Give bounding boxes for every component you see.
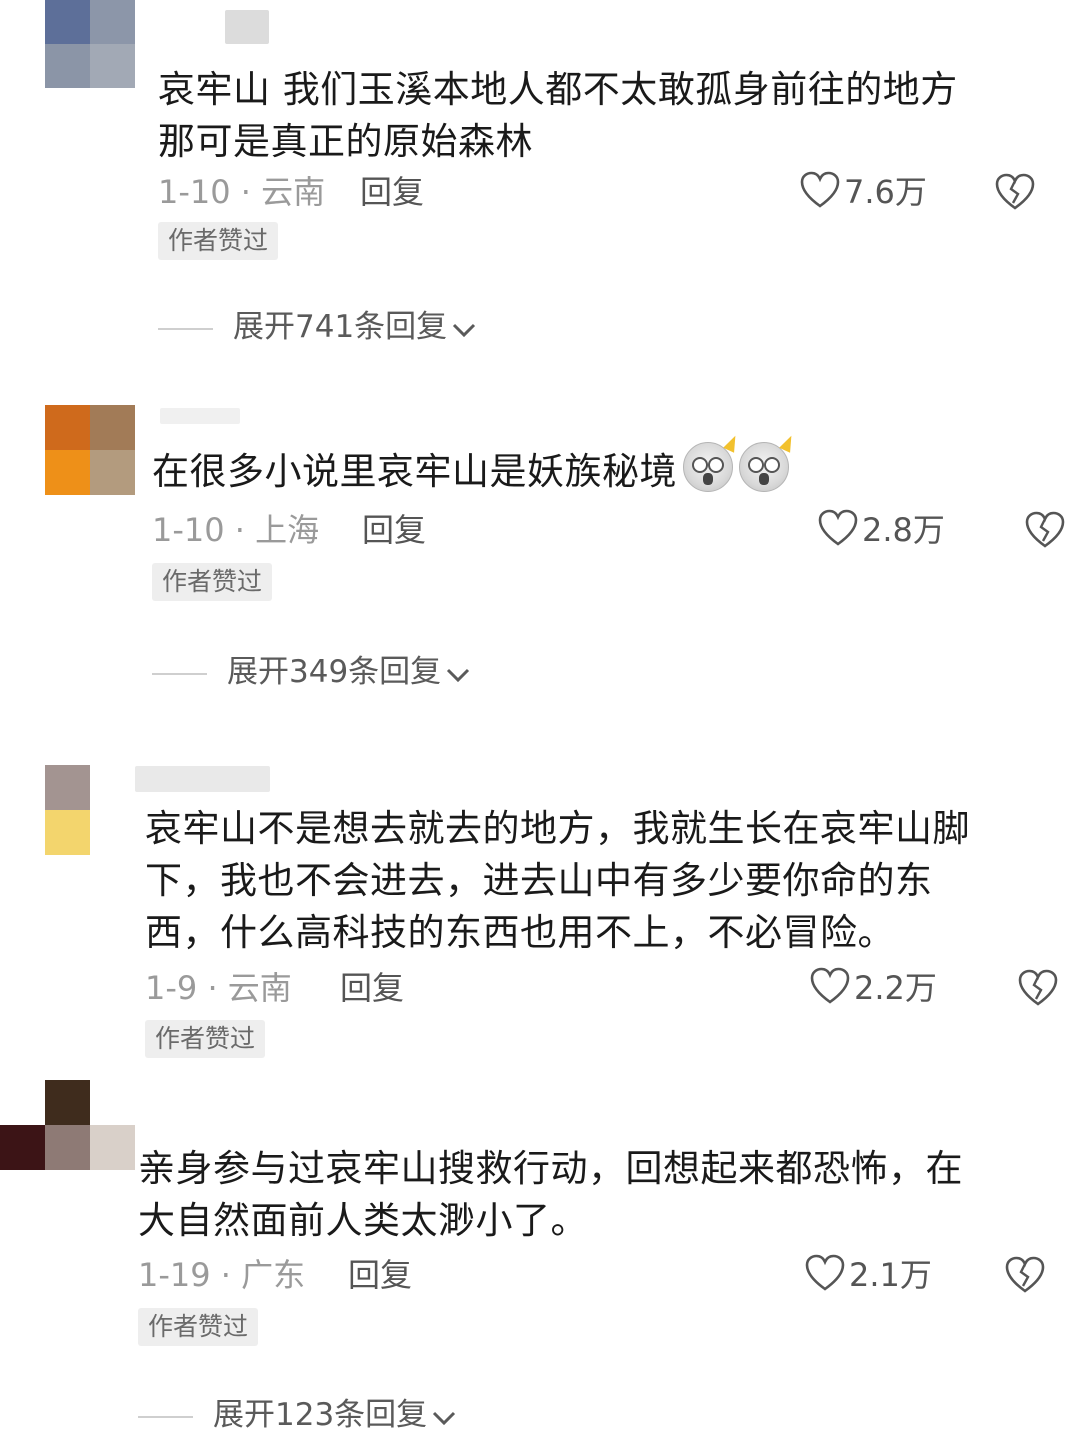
heart-outline-icon (805, 1254, 845, 1291)
expand-replies-button[interactable]: 展开123条回复 (138, 1393, 457, 1437)
chevron-down-icon (433, 1411, 456, 1426)
like-button[interactable]: 2.1万 (805, 1253, 932, 1297)
comment-item: 亲身参与过哀牢山搜救行动，回想起来都恐怖，在 大自然面前人类太渺小了。 1-19… (0, 0, 1080, 1440)
dislike-button[interactable] (1005, 1256, 1045, 1305)
comment-meta: 1-19 · 广东 回复 2.1万 (0, 1253, 1080, 1297)
broken-heart-icon (1005, 1256, 1045, 1293)
comment-text: 亲身参与过哀牢山搜救行动，回想起来都恐怖，在 大自然面前人类太渺小了。 (138, 1147, 963, 1242)
like-count: 2.1万 (849, 1256, 932, 1294)
avatar[interactable] (0, 1080, 135, 1170)
author-liked-badge: 作者赞过 (138, 1308, 259, 1346)
reply-button[interactable]: 回复 (348, 1253, 412, 1297)
expand-replies-label: 展开123条回复 (213, 1397, 428, 1433)
comment-date-location: 1-19 · 广东 (138, 1256, 306, 1294)
divider-line (138, 1415, 193, 1418)
